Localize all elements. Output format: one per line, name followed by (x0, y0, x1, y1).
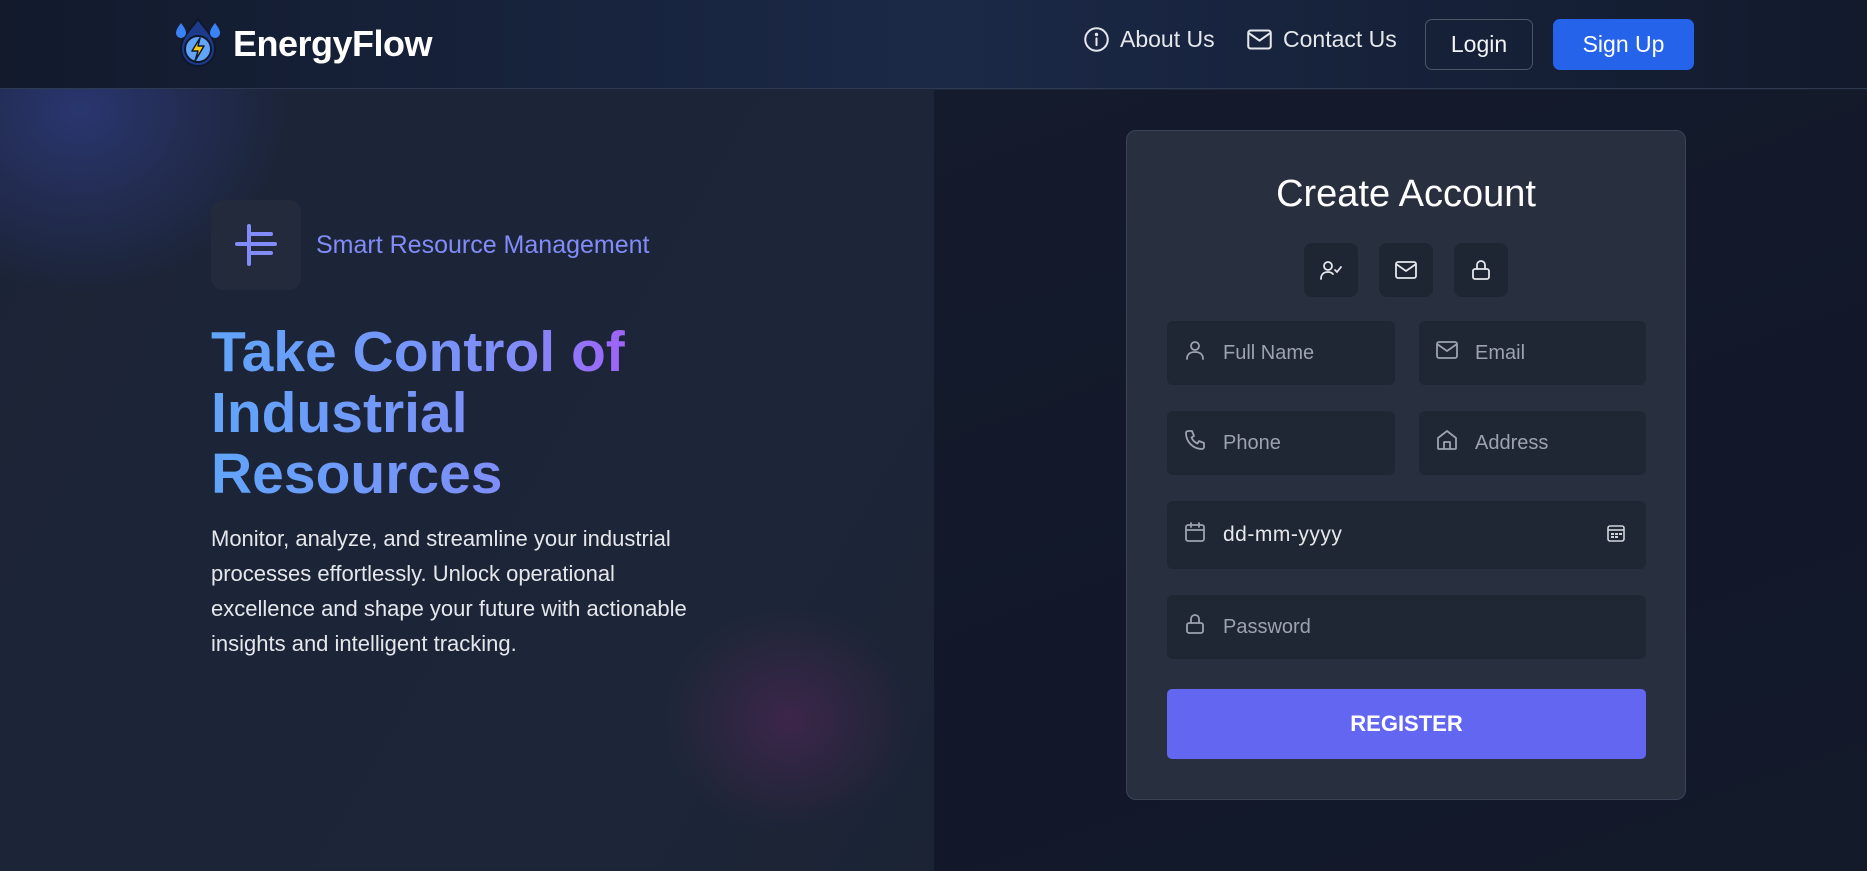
step-personal (1304, 243, 1358, 297)
mail-icon (1395, 261, 1417, 279)
email-field[interactable]: Email (1419, 321, 1646, 385)
signup-button[interactable]: Sign Up (1553, 19, 1694, 70)
hero-description: Monitor, analyze, and streamline your in… (211, 526, 687, 656)
user-icon (1186, 341, 1204, 360)
top-navbar: EnergyFlow About Us Contact Us Login Sig… (0, 0, 1867, 89)
calendar-picker-icon[interactable] (1606, 523, 1626, 543)
email-placeholder: Email (1475, 341, 1526, 364)
date-of-birth-field[interactable]: dd-mm-yyyy (1167, 501, 1646, 569)
create-account-card: Create Account Full Name Email Phone Add… (1126, 130, 1686, 800)
mail-icon (1247, 29, 1272, 50)
phone-placeholder: Phone (1223, 431, 1281, 454)
password-field[interactable]: Password (1167, 595, 1646, 659)
step-email (1379, 243, 1433, 297)
resource-badge-icon-box (211, 200, 301, 290)
full-name-field[interactable]: Full Name (1167, 321, 1395, 385)
phone-field[interactable]: Phone (1167, 411, 1395, 475)
register-button[interactable]: REGISTER (1167, 689, 1646, 759)
phone-icon (1185, 430, 1205, 450)
nav-contact-label: Contact Us (1283, 26, 1397, 52)
hero-title-line3: Resources (211, 442, 503, 506)
mail-icon (1436, 341, 1458, 359)
hero-title-line2: Industrial (211, 381, 468, 445)
nav-about-label: About Us (1120, 26, 1215, 52)
lock-icon (1186, 614, 1204, 634)
hero-title: Take Control of Industrial Resources (211, 322, 771, 505)
info-icon (1084, 27, 1109, 52)
user-check-icon (1320, 261, 1342, 280)
nav-about-us[interactable]: About Us (1083, 26, 1215, 53)
address-placeholder: Address (1475, 431, 1549, 454)
login-button[interactable]: Login (1425, 19, 1533, 70)
password-placeholder: Password (1223, 615, 1311, 638)
full-name-placeholder: Full Name (1223, 341, 1315, 364)
nav-contact-us[interactable]: Contact Us (1246, 26, 1397, 53)
home-icon (1437, 430, 1457, 450)
brand-name: EnergyFlow (233, 23, 433, 64)
energy-drop-icon (176, 17, 220, 67)
calendar-icon (1185, 522, 1205, 542)
date-value: dd-mm-yyyy (1223, 523, 1343, 546)
form-title: Create Account (1276, 173, 1536, 215)
hero-title-line1: Take Control of (211, 320, 625, 384)
address-field[interactable]: Address (1419, 411, 1646, 475)
lock-icon (1472, 260, 1490, 280)
badge-label: Smart Resource Management (316, 231, 650, 259)
brand-logo[interactable]: EnergyFlow (173, 17, 433, 71)
step-security (1454, 243, 1508, 297)
align-left-icon (235, 224, 277, 266)
